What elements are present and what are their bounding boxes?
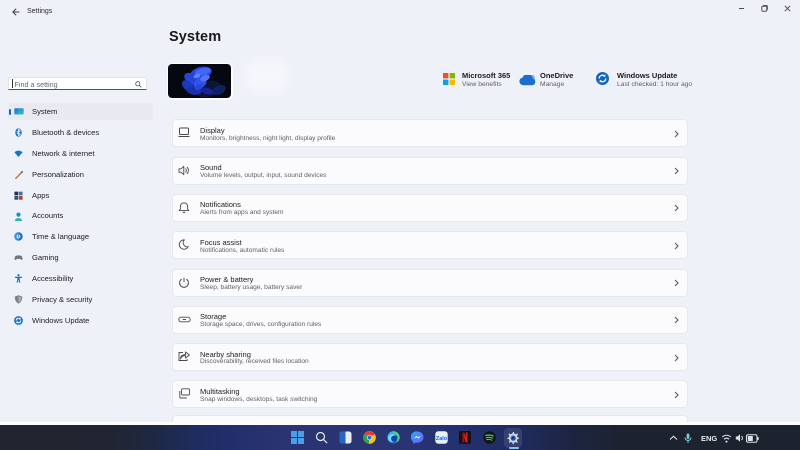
svg-text:Zalo: Zalo bbox=[435, 436, 447, 442]
